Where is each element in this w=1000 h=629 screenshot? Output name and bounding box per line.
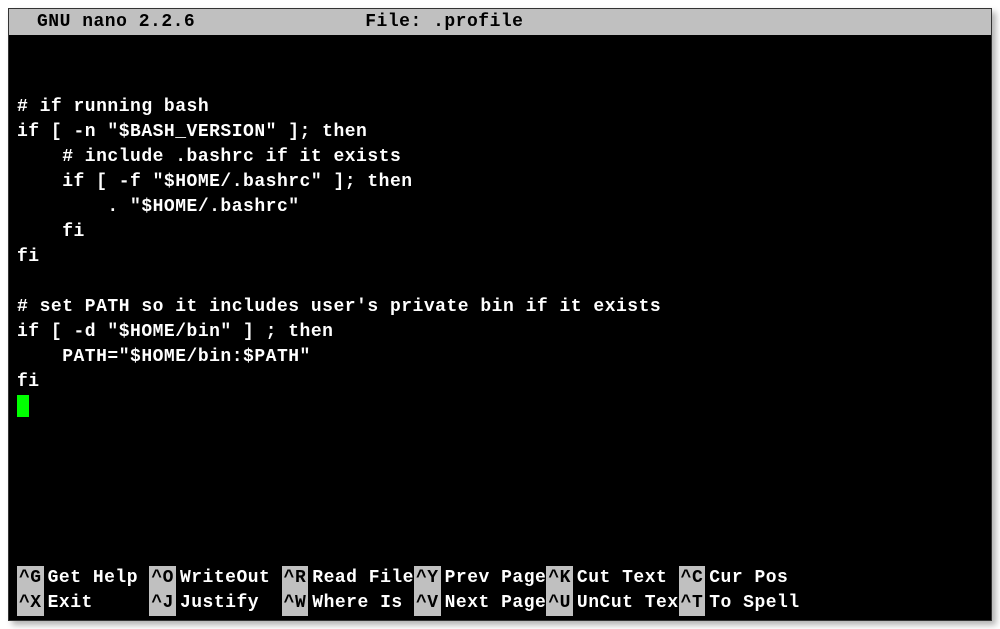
- shortcut-prev-page[interactable]: ^YPrev Page: [414, 566, 546, 591]
- shortcut-read-file[interactable]: ^RRead File: [282, 566, 414, 591]
- editor-line: if [ -d "$HOME/bin" ] ; then: [17, 322, 333, 342]
- filename: .profile: [433, 12, 523, 32]
- shortcut-get-help[interactable]: ^GGet Help: [17, 566, 149, 591]
- cursor: [17, 395, 29, 417]
- editor-line: # include .bashrc if it exists: [17, 147, 401, 167]
- editor-area[interactable]: # if running bash if [ -n "$BASH_VERSION…: [9, 35, 991, 566]
- editor-line: # set PATH so it includes user's private…: [17, 297, 661, 317]
- shortcut-next-page[interactable]: ^VNext Page: [414, 591, 546, 616]
- shortcut-uncut-text[interactable]: ^UUnCut Tex: [546, 591, 678, 616]
- shortcut-writeout[interactable]: ^OWriteOut: [149, 566, 281, 591]
- editor-line: . "$HOME/.bashrc": [17, 197, 300, 217]
- shortcut-row-1: ^GGet Help ^OWriteOut ^RRead File ^YPrev…: [17, 566, 983, 591]
- title-bar: GNU nano 2.2.6 File: .profile: [9, 9, 991, 35]
- editor-line: fi: [17, 222, 85, 242]
- app-name: GNU nano 2.2.6: [9, 12, 195, 32]
- shortcut-bar: ^GGet Help ^OWriteOut ^RRead File ^YPrev…: [9, 566, 991, 620]
- shortcut-to-spell[interactable]: ^TTo Spell: [679, 591, 800, 616]
- shortcut-cur-pos[interactable]: ^CCur Pos: [679, 566, 789, 591]
- editor-line: fi: [17, 372, 40, 392]
- editor-line: PATH="$HOME/bin:$PATH": [17, 347, 311, 367]
- shortcut-cut-text[interactable]: ^KCut Text: [546, 566, 678, 591]
- editor-line: if [ -n "$BASH_VERSION" ]; then: [17, 122, 367, 142]
- file-label: File: .profile: [195, 12, 523, 32]
- shortcut-justify[interactable]: ^JJustify: [149, 591, 281, 616]
- editor-line: # if running bash: [17, 97, 209, 117]
- shortcut-where-is[interactable]: ^WWhere Is: [282, 591, 414, 616]
- shortcut-exit[interactable]: ^XExit: [17, 591, 149, 616]
- terminal-window: GNU nano 2.2.6 File: .profile # if runni…: [8, 8, 992, 621]
- editor-line: fi: [17, 247, 40, 267]
- editor-line: if [ -f "$HOME/.bashrc" ]; then: [17, 172, 413, 192]
- shortcut-row-2: ^XExit ^JJustify ^WWhere Is ^VNext Page …: [17, 591, 983, 616]
